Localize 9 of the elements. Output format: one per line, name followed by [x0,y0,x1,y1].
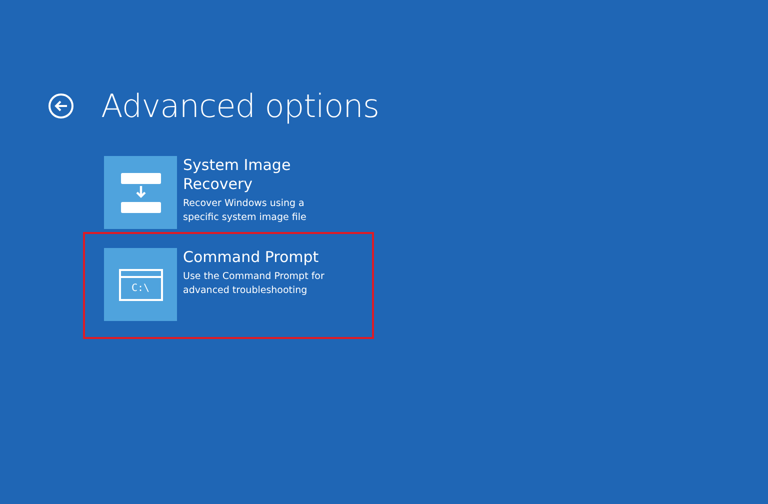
option-description: Use the Command Prompt for advanced troubleshooting [183,270,326,298]
drives-arrow-icon [120,172,160,212]
option-title: Command Prompt [183,248,320,267]
back-icon[interactable] [48,93,74,119]
page-title: Advanced options [101,87,380,125]
option-title: System Image Recovery [183,156,292,194]
console-window-icon: C:\ [118,268,162,300]
option-description: Recover Windows using a specific system image file [183,197,308,225]
option-tile[interactable]: C:\ Command Prompt Use the Command Prompt for advanced troubleshooting [83,232,374,339]
